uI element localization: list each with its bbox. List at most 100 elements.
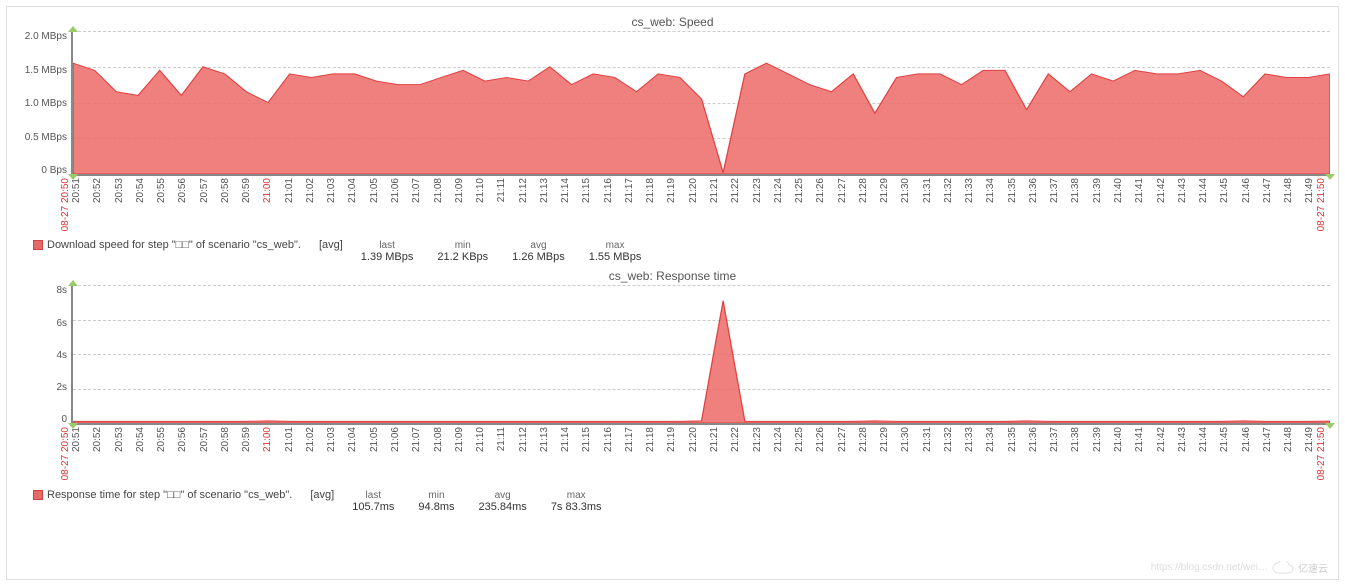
x-tick-label: 20:59 [241,178,252,203]
y-tick-label: 1.0 MBps [25,98,67,109]
x-tick-label: 20:56 [177,427,188,452]
x-tick-label: 21:17 [624,427,635,452]
x-tick-label: 21:43 [1177,178,1188,203]
stat-label: avg [479,490,527,501]
x-tick-label: 21:00 [262,427,273,452]
stat-label: max [551,490,602,501]
legend-swatch-icon [33,490,43,500]
x-tick-label: 21:29 [879,178,890,203]
chart-title: cs_web: Response time [15,269,1330,283]
stat-value: 235.84ms [479,501,527,513]
x-tick-label: 21:34 [985,178,996,203]
x-tick-label: 21:18 [645,178,656,203]
x-tick-label: 21:01 [284,427,295,452]
x-tick-label: 21:45 [1219,427,1230,452]
x-tick-label: 21:17 [624,178,635,203]
x-tick-label: 21:44 [1198,178,1209,203]
watermark: https://blog.csdn.net/wei… 亿速云 [1151,560,1328,575]
x-tick-label: 21:30 [900,178,911,203]
x-tick-label: 21:37 [1049,178,1060,203]
x-tick-label: 21:11 [496,427,507,451]
x-tick-label: 20:54 [135,178,146,203]
x-tick-label: 21:40 [1113,178,1124,203]
x-tick-label: 20:52 [92,427,103,452]
x-tick-label: 21:06 [390,178,401,203]
x-axis: 20:5120:5220:5320:5420:5520:5620:5720:58… [71,178,1316,231]
x-tick-label: 21:39 [1092,178,1103,203]
x-tick-label: 21:25 [794,427,805,452]
x-tick-label: 21:35 [1007,178,1018,203]
x-tick-label: 20:55 [156,427,167,452]
stat-avg: avg235.84ms [479,490,527,513]
x-tick-label: 21:05 [369,178,380,203]
y-tick-label: 8s [56,285,67,296]
x-tick-label: 20:52 [92,178,103,203]
aggregation-label: [avg] [319,239,343,251]
watermark-brand: 亿速云 [1298,560,1328,575]
x-tick-label: 21:15 [581,427,592,452]
stat-max: max7s 83.3ms [551,490,602,513]
x-tick-label: 21:38 [1070,178,1081,203]
x-tick-label: 21:26 [815,427,826,452]
x-tick-label: 20:57 [199,427,210,452]
x-tick-label: 21:45 [1219,178,1230,203]
x-tick-label: 21:31 [922,427,933,452]
x-tick-label: 21:27 [837,178,848,203]
x-tick-label: 21:08 [433,178,444,203]
legend: Download speed for step "□□" of scenario… [33,239,1330,263]
x-tick-label: 21:12 [518,178,529,203]
x-tick-label: 21:41 [1134,427,1145,452]
x-tick-label: 21:47 [1262,427,1273,452]
monitoring-panel: cs_web: Speed2.0 MBps1.5 MBps1.0 MBps0.5… [6,6,1339,580]
response-time-chart: cs_web: Response time8s6s4s2s008-27 20:5… [15,269,1330,512]
x-tick-label: 21:09 [454,427,465,452]
x-tick-label: 21:06 [390,427,401,452]
x-tick-label: 21:03 [326,178,337,203]
cloud-icon [1272,561,1294,575]
y-tick-label: 6s [56,318,67,329]
x-tick-label: 21:24 [773,427,784,452]
x-tick-label: 20:58 [220,427,231,452]
x-tick-label: 21:19 [666,178,677,203]
y-axis: 8s6s4s2s0 [15,285,71,425]
x-tick-label: 21:13 [539,178,550,203]
x-tick-label: 21:33 [964,427,975,452]
x-tick-label: 21:04 [347,427,358,452]
x-tick-label: 21:10 [475,427,486,452]
x-tick-label: 21:07 [411,178,422,203]
stat-value: 1.39 MBps [361,251,414,263]
x-range-end: 08-27 21:50 [1316,178,1327,231]
x-tick-label: 21:42 [1156,178,1167,203]
stat-value: 1.55 MBps [589,251,642,263]
x-tick-label: 21:09 [454,178,465,203]
stat-label: avg [512,240,565,251]
x-tick-label: 21:38 [1070,427,1081,452]
watermark-url: https://blog.csdn.net/wei… [1151,562,1268,573]
x-tick-label: 20:51 [71,178,82,203]
x-tick-label: 21:31 [922,178,933,203]
x-tick-label: 21:29 [879,427,890,452]
y-tick-label: 0.5 MBps [25,132,67,143]
x-tick-label: 21:01 [284,178,295,203]
x-tick-label: 20:55 [156,178,167,203]
x-tick-label: 21:26 [815,178,826,203]
x-tick-label: 20:57 [199,178,210,203]
stat-min: min21.2 KBps [437,240,488,263]
x-tick-label: 21:23 [752,178,763,203]
y-tick-label: 0 [61,414,67,425]
stat-value: 1.26 MBps [512,251,565,263]
x-tick-label: 21:37 [1049,427,1060,452]
x-tick-label: 21:30 [900,427,911,452]
x-tick-label: 21:32 [943,427,954,452]
x-tick-label: 21:41 [1134,178,1145,203]
x-tick-label: 21:47 [1262,178,1273,203]
stat-min: min94.8ms [418,490,454,513]
stat-value: 94.8ms [418,501,454,513]
area-series [73,285,1330,423]
stat-label: last [352,490,394,501]
x-tick-label: 21:27 [837,427,848,452]
x-tick-label: 20:53 [114,178,125,203]
chart-title: cs_web: Speed [15,15,1330,29]
x-tick-label: 21:48 [1283,178,1294,203]
y-tick-label: 0 Bps [41,165,67,176]
